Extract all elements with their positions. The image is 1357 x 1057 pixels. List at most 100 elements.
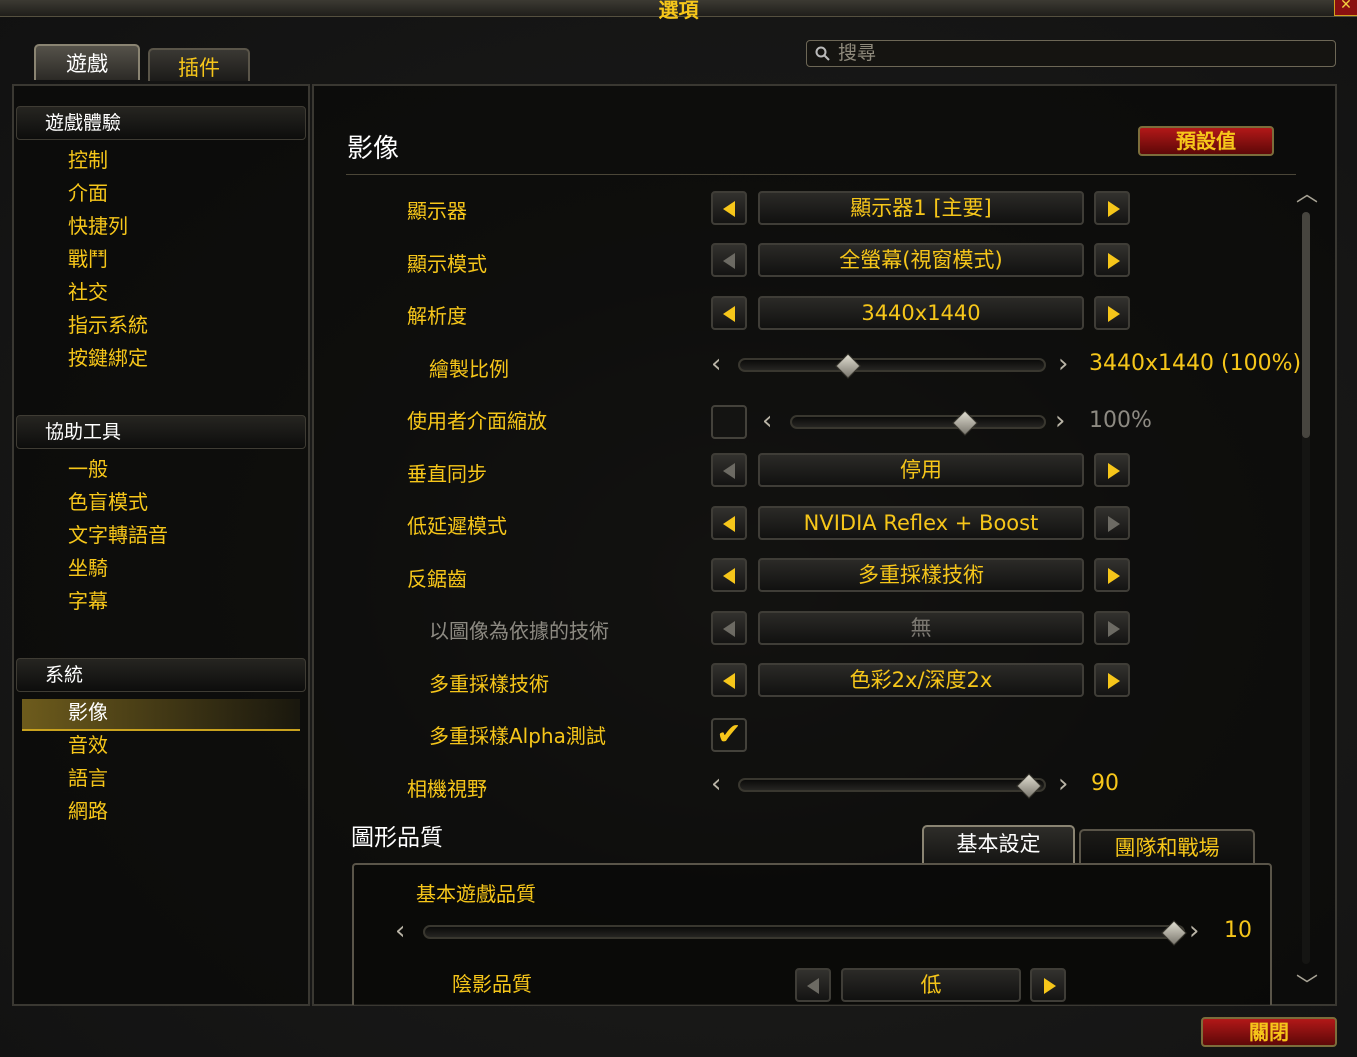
sidebar-selection-highlight — [22, 699, 300, 731]
sidebar-item-network[interactable]: 網路 — [68, 796, 108, 826]
option-label-base-quality: 基本遊戲品質 — [416, 882, 536, 906]
scroll-down-icon[interactable]: ﹀ — [1296, 968, 1318, 1000]
antialiasing-prev-button[interactable] — [711, 558, 747, 592]
defaults-button[interactable]: 預設值 — [1138, 126, 1274, 156]
option-label-alpha-test: 多重採樣Alpha測試 — [429, 724, 606, 748]
tab-game[interactable]: 遊戲 — [34, 44, 140, 80]
base-quality-increase-icon[interactable]: › — [1189, 916, 1199, 946]
sidebar-item-keybindings[interactable]: 按鍵綁定 — [68, 343, 148, 373]
antialiasing-next-button[interactable] — [1094, 558, 1130, 592]
search-input[interactable] — [806, 40, 1336, 67]
display-mode-select[interactable]: 全螢幕(視窗模式) — [758, 243, 1084, 277]
arrow-left-icon — [723, 568, 735, 584]
sidebar-item-controls[interactable]: 控制 — [68, 145, 108, 175]
category-accessibility[interactable]: 協助工具 — [16, 415, 306, 449]
fov-slider[interactable] — [738, 773, 1046, 799]
render-scale-decrease-icon[interactable]: ‹ — [711, 349, 721, 379]
fov-increase-icon[interactable]: › — [1058, 769, 1068, 799]
option-label-antialiasing: 反鋸齒 — [407, 567, 467, 591]
option-label-ui-scale: 使用者介面縮放 — [407, 409, 547, 433]
close-button[interactable]: 關閉 — [1201, 1017, 1337, 1047]
scrollbar-thumb[interactable] — [1302, 212, 1310, 438]
arrow-right-icon — [1108, 621, 1120, 637]
base-quality-value: 10 — [1224, 918, 1252, 943]
image-based-select[interactable]: 無 — [758, 611, 1084, 645]
tab-raid-battleground[interactable]: 團隊和戰場 — [1079, 829, 1255, 863]
ui-scale-value: 100% — [1089, 408, 1152, 433]
sidebar-item-audio[interactable]: 音效 — [68, 730, 108, 760]
resolution-prev-button[interactable] — [711, 296, 747, 330]
ui-scale-increase-icon[interactable]: › — [1055, 406, 1065, 436]
base-quality-slider[interactable] — [423, 920, 1187, 946]
option-label-fov: 相機視野 — [407, 777, 487, 801]
low-latency-prev-button[interactable] — [711, 506, 747, 540]
monitor-select[interactable]: 顯示器1 [主要] — [758, 191, 1084, 225]
option-label-monitor: 顯示器 — [407, 199, 467, 223]
display-mode-prev-button[interactable] — [711, 243, 747, 277]
render-scale-increase-icon[interactable]: › — [1058, 349, 1068, 379]
sidebar-item-language[interactable]: 語言 — [68, 763, 108, 793]
monitor-next-button[interactable] — [1094, 191, 1130, 225]
vsync-prev-button[interactable] — [711, 453, 747, 487]
fov-decrease-icon[interactable]: ‹ — [711, 769, 721, 799]
option-label-resolution: 解析度 — [407, 304, 467, 328]
arrow-right-icon — [1108, 306, 1120, 322]
arrow-left-icon — [723, 463, 735, 479]
arrow-right-icon — [1108, 253, 1120, 269]
arrow-right-icon — [1108, 201, 1120, 217]
sidebar-item-indicators[interactable]: 指示系統 — [68, 310, 148, 340]
low-latency-select[interactable]: NVIDIA Reflex + Boost — [758, 506, 1084, 540]
category-system[interactable]: 系統 — [16, 658, 306, 692]
sidebar-item-colorblind[interactable]: 色盲模式 — [68, 487, 148, 517]
monitor-prev-button[interactable] — [711, 191, 747, 225]
image-based-prev-button[interactable] — [711, 611, 747, 645]
shadow-quality-select[interactable]: 低 — [841, 968, 1021, 1002]
antialiasing-select[interactable]: 多重採樣技術 — [758, 558, 1084, 592]
sidebar-item-mounts[interactable]: 坐騎 — [68, 553, 108, 583]
multisample-prev-button[interactable] — [711, 663, 747, 697]
display-mode-next-button[interactable] — [1094, 243, 1130, 277]
vsync-next-button[interactable] — [1094, 453, 1130, 487]
ui-scale-checkbox[interactable] — [711, 405, 747, 439]
image-based-next-button[interactable] — [1094, 611, 1130, 645]
sidebar-item-combat[interactable]: 戰鬥 — [68, 244, 108, 274]
sidebar-item-tts[interactable]: 文字轉語音 — [68, 520, 168, 550]
render-scale-slider[interactable] — [738, 353, 1046, 379]
scroll-up-icon[interactable]: ︿ — [1296, 176, 1318, 208]
resolution-select[interactable]: 3440x1440 — [758, 296, 1084, 330]
base-quality-decrease-icon[interactable]: ‹ — [395, 916, 405, 946]
vsync-select[interactable]: 停用 — [758, 453, 1084, 487]
category-gameplay[interactable]: 遊戲體驗 — [16, 106, 306, 140]
arrow-left-icon — [723, 306, 735, 322]
arrow-left-icon — [723, 253, 735, 269]
close-window-icon[interactable]: ✕ — [1334, 0, 1357, 16]
multisample-select[interactable]: 色彩2x/深度2x — [758, 663, 1084, 697]
alpha-test-checkbox[interactable]: ✔ — [711, 718, 747, 752]
tab-addons[interactable]: 插件 — [148, 48, 250, 81]
option-label-render-scale: 繪製比例 — [429, 357, 509, 381]
low-latency-next-button[interactable] — [1094, 506, 1130, 540]
sidebar-item-social[interactable]: 社交 — [68, 277, 108, 307]
arrow-left-icon — [723, 673, 735, 689]
sidebar-item-subtitles[interactable]: 字幕 — [68, 586, 108, 616]
tab-base-settings[interactable]: 基本設定 — [922, 825, 1075, 863]
sidebar-item-actionbars[interactable]: 快捷列 — [68, 211, 128, 241]
shadow-quality-prev-button[interactable] — [795, 968, 831, 1002]
sidebar-item-general[interactable]: 一般 — [68, 454, 108, 484]
arrow-left-icon — [723, 516, 735, 532]
option-label-vsync: 垂直同步 — [407, 462, 487, 486]
arrow-right-icon — [1108, 516, 1120, 532]
multisample-next-button[interactable] — [1094, 663, 1130, 697]
resolution-next-button[interactable] — [1094, 296, 1130, 330]
ui-scale-slider[interactable] — [790, 410, 1046, 436]
sidebar-item-interface[interactable]: 介面 — [68, 178, 108, 208]
ui-scale-decrease-icon[interactable]: ‹ — [762, 406, 772, 436]
graphics-quality-title: 圖形品質 — [351, 825, 443, 851]
arrow-right-icon — [1108, 568, 1120, 584]
shadow-quality-next-button[interactable] — [1030, 968, 1066, 1002]
fov-value: 90 — [1091, 771, 1119, 796]
sidebar-item-graphics[interactable]: 影像 — [68, 697, 108, 727]
arrow-left-icon — [807, 978, 819, 994]
option-label-low-latency: 低延遲模式 — [407, 514, 507, 538]
search-icon — [815, 46, 830, 61]
